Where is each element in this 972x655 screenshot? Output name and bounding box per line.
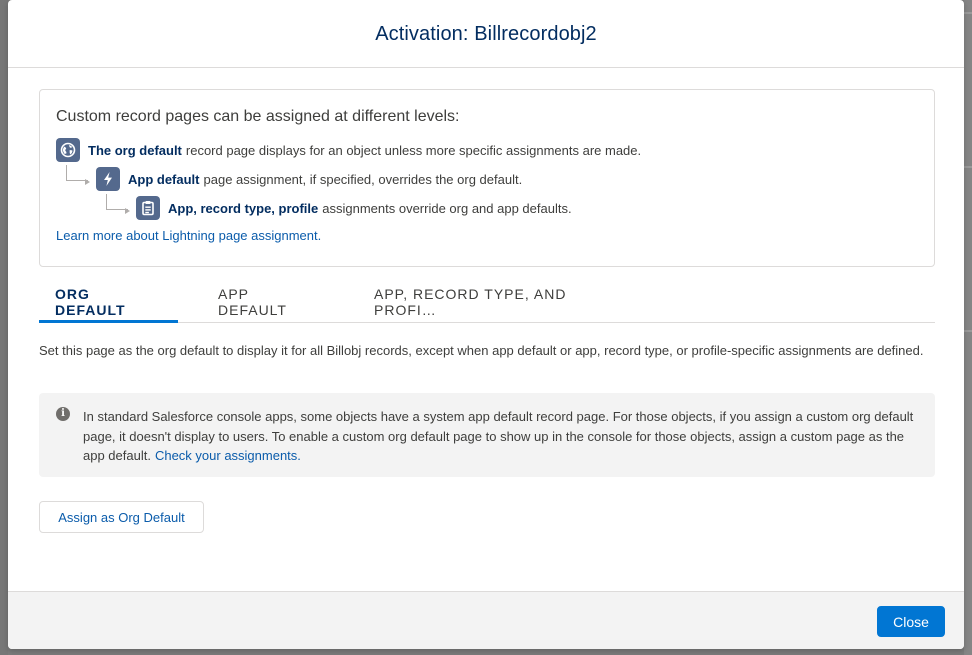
assignment-levels-heading: Custom record pages can be assigned at d… bbox=[56, 108, 460, 125]
globe-icon bbox=[56, 138, 80, 162]
modal-body: Custom record pages can be assigned at d… bbox=[8, 68, 964, 591]
modal-header: Activation: Billrecordobj2 bbox=[8, 0, 964, 68]
assignment-levels-panel: Custom record pages can be assigned at d… bbox=[39, 89, 935, 267]
console-notice: i In standard Salesforce console apps, s… bbox=[39, 393, 935, 477]
modal-title: Activation: Billrecordobj2 bbox=[375, 23, 597, 45]
background-line bbox=[964, 330, 972, 332]
assignment-tabs: ORG DEFAULT APP DEFAULT APP, RECORD TYPE… bbox=[39, 281, 935, 323]
tab-org-default[interactable]: ORG DEFAULT bbox=[39, 281, 178, 323]
level-profile-text: assignments override org and app default… bbox=[322, 200, 572, 216]
level-app-default: App default page assignment, if specifie… bbox=[56, 165, 918, 191]
hierarchy-connector bbox=[66, 165, 90, 185]
info-icon: i bbox=[56, 407, 70, 421]
tab-app-record-type-profile[interactable]: APP, RECORD TYPE, AND PROFI… bbox=[332, 281, 632, 323]
background-line bbox=[964, 12, 972, 14]
level-app-record-type-profile: App, record type, profile assignments ov… bbox=[56, 194, 918, 220]
background-left-edge bbox=[0, 0, 8, 655]
level-org-default-text: record page displays for an object unles… bbox=[185, 142, 642, 158]
org-default-description: Set this page as the org default to disp… bbox=[39, 343, 924, 358]
assign-org-default-button[interactable]: Assign as Org Default bbox=[39, 501, 204, 533]
level-org-default: The org default record page displays for… bbox=[56, 138, 918, 162]
clipboard-icon bbox=[136, 196, 160, 220]
learn-more-link[interactable]: Learn more about Lightning page assignme… bbox=[56, 228, 321, 243]
level-app-default-label: App default bbox=[128, 171, 200, 187]
modal-footer: Close bbox=[8, 591, 964, 649]
level-app-default-text: page assignment, if specified, overrides… bbox=[203, 171, 523, 187]
hierarchy-connector bbox=[106, 194, 130, 214]
close-button[interactable]: Close bbox=[877, 606, 945, 637]
background-right-edge bbox=[964, 0, 972, 655]
lightning-bolt-icon bbox=[96, 167, 120, 191]
activation-modal: Activation: Billrecordobj2 Custom record… bbox=[8, 0, 964, 649]
level-org-default-label: The org default bbox=[88, 142, 182, 158]
check-assignments-link[interactable]: Check your assignments. bbox=[155, 448, 301, 463]
background-line bbox=[964, 166, 972, 168]
level-profile-label: App, record type, profile bbox=[168, 200, 319, 216]
tab-app-default[interactable]: APP DEFAULT bbox=[178, 281, 332, 323]
